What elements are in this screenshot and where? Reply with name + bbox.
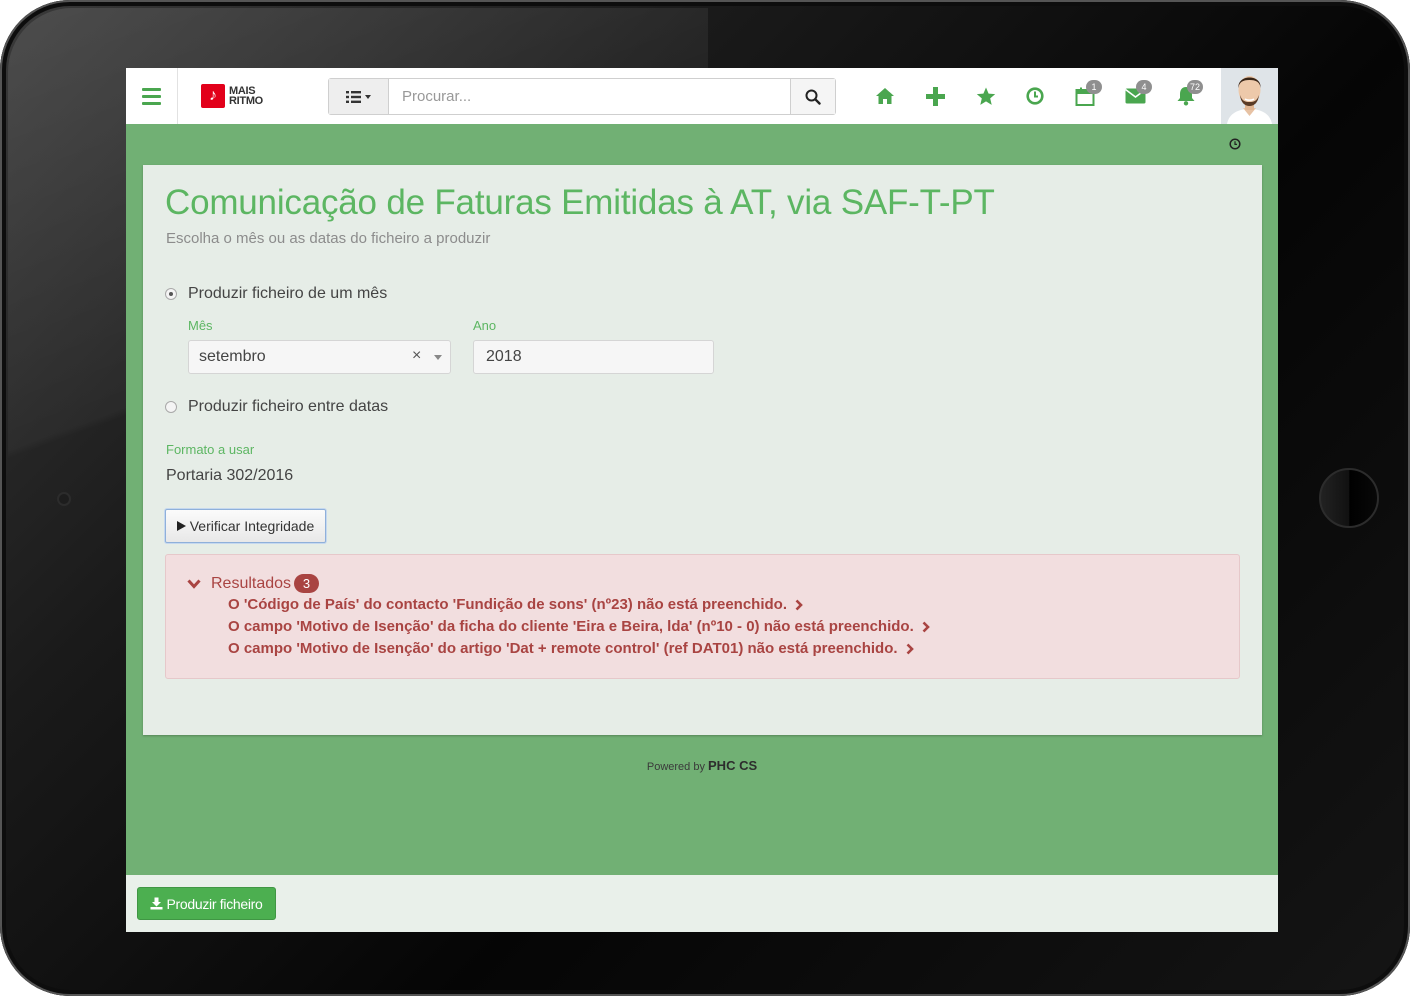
- search-scope-dropdown[interactable]: [329, 79, 389, 114]
- brand-line-2: RITMO: [229, 95, 263, 107]
- chevron-right-icon: [922, 621, 930, 632]
- results-title: Resultados: [211, 574, 292, 592]
- home-icon: [876, 88, 894, 104]
- format-label: Formato a usar: [166, 442, 255, 457]
- notifications-badge: 72: [1187, 80, 1204, 94]
- search-button[interactable]: [790, 79, 835, 114]
- clear-icon[interactable]: ×: [412, 347, 421, 365]
- result-text: O campo 'Motivo de Isenção' do artigo 'D…: [228, 640, 898, 657]
- dates-radio[interactable]: [165, 401, 177, 413]
- nav-messages-button[interactable]: 4: [1123, 80, 1152, 108]
- home-hardware-button[interactable]: [1319, 468, 1379, 528]
- search-bar: [328, 78, 836, 115]
- search-input[interactable]: [389, 79, 790, 114]
- camera-dot: [59, 494, 69, 504]
- year-input[interactable]: [473, 340, 714, 374]
- chevron-right-icon: [906, 643, 914, 654]
- menu-toggle-button[interactable]: [126, 68, 178, 124]
- play-icon: [176, 521, 186, 531]
- user-avatar[interactable]: [1221, 68, 1278, 124]
- result-item[interactable]: O 'Código de País' do contacto 'Fundição…: [228, 596, 803, 613]
- dates-option-label: Produzir ficheiro entre datas: [188, 398, 389, 415]
- powered-by-product: PHC CS: [708, 758, 758, 773]
- main-card: Comunicação de Faturas Emitidas à AT, vi…: [143, 165, 1262, 735]
- produce-file-label: Produzir ficheiro: [166, 895, 263, 912]
- verify-integrity-button[interactable]: Verificar Integridade: [165, 509, 326, 543]
- result-item[interactable]: O campo 'Motivo de Isenção' do artigo 'D…: [228, 640, 914, 657]
- messages-badge: 4: [1136, 80, 1152, 94]
- powered-by-footer: Powered by PHC CS: [126, 758, 1278, 773]
- user-photo-icon: [1221, 68, 1278, 124]
- option-dates[interactable]: Produzir ficheiro entre datas: [165, 398, 388, 416]
- star-icon: [976, 87, 996, 105]
- calendar-badge: 1: [1086, 80, 1102, 94]
- nav-home-button[interactable]: [873, 84, 897, 108]
- music-note-icon: ♪: [201, 84, 225, 108]
- timer-icon[interactable]: [1229, 138, 1241, 150]
- results-count-badge: 3: [294, 574, 320, 593]
- nav-calendar-button[interactable]: 1: [1073, 80, 1102, 108]
- month-label: Mês: [188, 318, 213, 333]
- page-subtitle: Escolha o mês ou as datas do ficheiro a …: [166, 230, 491, 247]
- app-screen: ♪ MAIS RITMO Procurar... 1 4 72 Comunica…: [126, 68, 1278, 932]
- caret-down-icon: [434, 355, 442, 360]
- option-month[interactable]: Produzir ficheiro de um mês: [165, 285, 387, 303]
- month-select-value: setembro: [199, 348, 266, 365]
- plus-icon: [925, 86, 945, 106]
- clock-icon: [1026, 87, 1044, 105]
- results-panel: Resultados 3 O 'Código de País' do conta…: [165, 554, 1240, 679]
- powered-by-text: Powered by: [646, 761, 705, 773]
- result-item[interactable]: O campo 'Motivo de Isenção' da ficha do …: [228, 618, 930, 635]
- brand-logo[interactable]: ♪ MAIS RITMO: [201, 82, 263, 110]
- nav-favorites-button[interactable]: [974, 84, 998, 108]
- search-icon: [805, 89, 821, 105]
- top-bar: ♪ MAIS RITMO Procurar... 1 4 72: [126, 68, 1278, 124]
- results-toggle[interactable]: Resultados 3: [187, 574, 320, 593]
- year-label: Ano: [473, 318, 497, 333]
- nav-notifications-button[interactable]: 72: [1174, 80, 1204, 108]
- nav-history-button[interactable]: [1023, 84, 1047, 108]
- bottom-action-bar: Produzir ficheiro: [126, 875, 1278, 932]
- result-text: O 'Código de País' do contacto 'Fundição…: [228, 596, 787, 613]
- result-text: O campo 'Motivo de Isenção' da ficha do …: [228, 618, 914, 635]
- verify-integrity-label: Verificar Integridade: [189, 518, 315, 534]
- month-select[interactable]: setembro ×: [188, 340, 451, 374]
- page-title: Comunicação de Faturas Emitidas à AT, vi…: [165, 183, 995, 222]
- hamburger-icon: [142, 86, 161, 107]
- chevron-down-icon: [187, 578, 201, 589]
- format-value: Portaria 302/2016: [166, 467, 294, 484]
- month-radio[interactable]: [165, 288, 177, 300]
- month-option-label: Produzir ficheiro de um mês: [188, 285, 388, 302]
- chevron-right-icon: [795, 599, 803, 610]
- list-icon: [345, 90, 371, 103]
- nav-add-button[interactable]: [923, 84, 947, 108]
- produce-file-button[interactable]: Produzir ficheiro: [137, 887, 276, 920]
- download-icon: [150, 897, 163, 910]
